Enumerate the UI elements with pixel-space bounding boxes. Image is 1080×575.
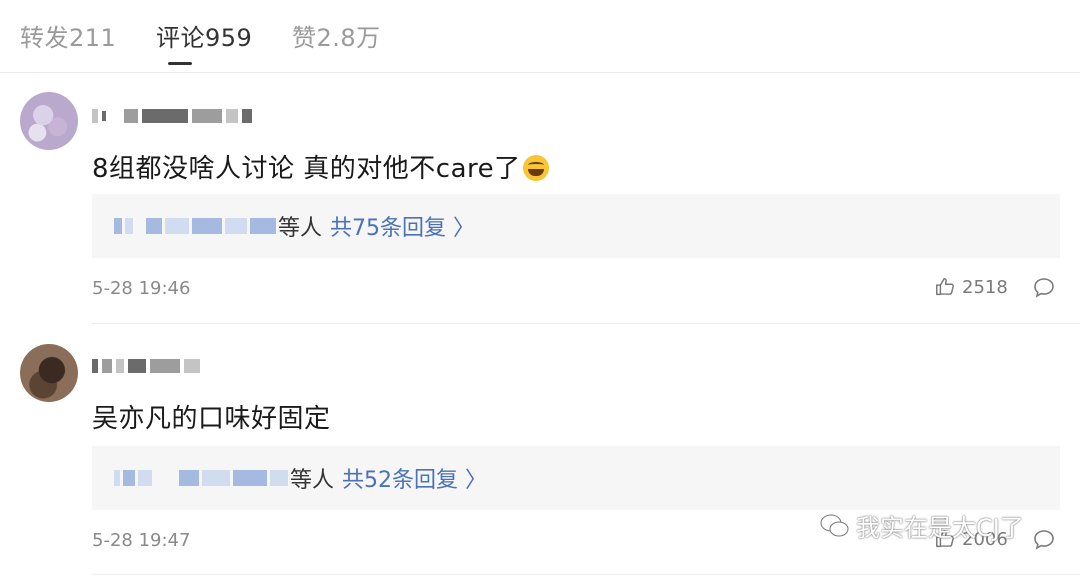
username-blurred[interactable]	[92, 104, 252, 128]
username-blurred[interactable]	[92, 354, 200, 378]
view-replies-link[interactable]: 共75条回复 〉	[330, 210, 475, 242]
reply-suffix: 等人	[278, 216, 323, 241]
like-count: 2518	[962, 276, 1008, 298]
comment-timestamp: 5-28 19:46	[92, 278, 191, 299]
chevron-right-icon: 〉	[453, 216, 476, 241]
wechat-logo-icon	[820, 514, 849, 536]
watermark-text: 我实在是太CJ了	[856, 514, 1024, 542]
view-replies-link[interactable]: 共52条回复 〉	[342, 462, 487, 494]
active-tab-indicator	[168, 62, 192, 65]
view-replies-label: 共52条回复	[342, 468, 459, 493]
chevron-right-icon: 〉	[465, 468, 488, 493]
like-button[interactable]: 2518	[934, 276, 1008, 298]
comment-timestamp: 5-28 19:47	[92, 530, 191, 551]
comment-text: 8组都没啥人讨论 真的对他不care了	[92, 148, 549, 185]
comment-text: 吴亦凡的口味好固定	[92, 404, 331, 434]
reply-preview[interactable]: 等人 共75条回复 〉	[92, 194, 1060, 258]
thumbs-up-icon	[936, 278, 954, 296]
tab-reposts[interactable]: 转发211	[20, 18, 116, 53]
reply-usernames-blurred	[114, 218, 276, 234]
reply-suffix: 等人	[290, 468, 335, 493]
comment-tabs: 转发211 评论959 赞2.8万	[0, 0, 1080, 73]
comment-reply-icon[interactable]	[1032, 276, 1056, 300]
comment-item: 8组都没啥人讨论 真的对他不care了 等人 共75条回复 〉 5-28 19:…	[0, 72, 1080, 324]
laughing-crying-emoji-icon	[522, 155, 549, 181]
comment-text-content: 8组都没啥人讨论 真的对他不care了	[92, 154, 521, 184]
view-replies-label: 共75条回复	[330, 216, 447, 241]
reply-preview[interactable]: 等人 共52条回复 〉	[92, 446, 1060, 510]
wechat-watermark: 我实在是太CJ了	[820, 508, 1024, 543]
reply-usernames-blurred	[114, 470, 288, 486]
tab-likes[interactable]: 赞2.8万	[292, 18, 381, 53]
tab-comments[interactable]: 评论959	[156, 18, 252, 53]
comment-reply-icon[interactable]	[1032, 528, 1056, 552]
avatar[interactable]	[20, 92, 78, 150]
avatar[interactable]	[20, 344, 78, 402]
